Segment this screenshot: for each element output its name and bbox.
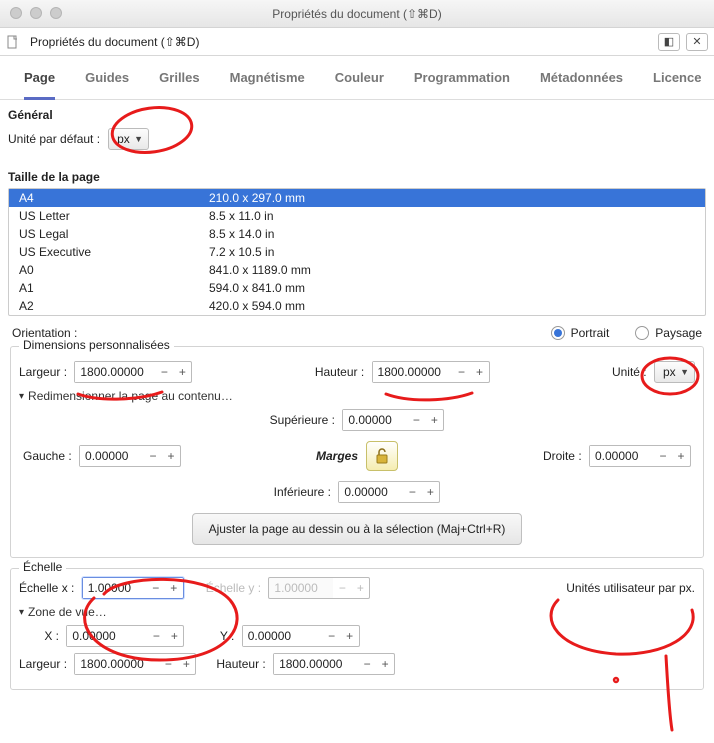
user-units-per-px-label: Unités utilisateur par px. [566, 581, 695, 595]
section-pagesize: Taille de la page [8, 170, 706, 184]
minimize-window-button[interactable] [30, 7, 42, 19]
viewbox-x-label: X : [39, 629, 59, 643]
margin-right-label: Droite : [543, 449, 582, 463]
margins-title: Marges [316, 449, 358, 463]
plus-icon[interactable]: + [173, 363, 191, 381]
lock-margins-button[interactable] [366, 441, 398, 471]
tab-metadata[interactable]: Métadonnées [540, 70, 623, 99]
margin-left-label: Gauche : [23, 449, 72, 463]
page-size-row[interactable]: A2420.0 x 594.0 mm [9, 297, 705, 315]
orientation-portrait-radio[interactable]: Portrait [551, 326, 610, 340]
dialog-title: Propriétés du document (⇧⌘D) [30, 35, 199, 49]
document-icon [6, 34, 24, 49]
page-size-row[interactable]: A1594.0 x 841.0 mm [9, 279, 705, 297]
viewport-disclosure[interactable]: Zone de vue… [19, 605, 107, 619]
page-size-row[interactable]: US Legal8.5 x 14.0 in [9, 225, 705, 243]
tab-bar: Page Guides Grilles Magnétisme Couleur P… [0, 56, 714, 100]
viewbox-h-label: Hauteur : [216, 657, 265, 671]
scale-legend: Échelle [19, 560, 66, 574]
lock-open-icon [375, 448, 389, 464]
tab-scripting[interactable]: Programmation [414, 70, 510, 99]
tab-guides[interactable]: Guides [85, 70, 129, 99]
zoom-window-button[interactable] [50, 7, 62, 19]
dialog-toolbar: Propriétés du document (⇧⌘D) ◧ ✕ [0, 28, 714, 56]
margin-top-input[interactable]: −+ [342, 409, 444, 431]
window-titlebar: Propriétés du document (⇧⌘D) [0, 0, 714, 28]
plus-icon[interactable]: + [471, 363, 489, 381]
detach-icon[interactable]: ◧ [658, 33, 680, 51]
viewbox-h-input[interactable]: −+ [273, 653, 395, 675]
margin-left-input[interactable]: −+ [79, 445, 181, 467]
traffic-lights [10, 7, 62, 19]
scale-y-label: Échelle y : [206, 581, 261, 595]
viewbox-w-input[interactable]: −+ [74, 653, 196, 675]
close-window-button[interactable] [10, 7, 22, 19]
tab-color[interactable]: Couleur [335, 70, 384, 99]
unit-label: Unité : [612, 365, 647, 379]
margin-top-label: Supérieure : [270, 413, 335, 427]
viewbox-y-label: Y : [214, 629, 234, 643]
tab-license[interactable]: Licence [653, 70, 701, 99]
tab-page[interactable]: Page [24, 70, 55, 100]
resize-to-content-disclosure[interactable]: Redimensionner la page au contenu… [19, 389, 233, 403]
minus-icon[interactable]: − [155, 363, 173, 381]
page-size-list[interactable]: A4 210.0 x 297.0 mm US Letter8.5 x 11.0 … [8, 188, 706, 316]
section-general: Général [8, 108, 706, 122]
close-icon[interactable]: ✕ [686, 33, 708, 51]
height-input[interactable]: −+ [372, 361, 490, 383]
margin-right-input[interactable]: −+ [589, 445, 691, 467]
page-size-row[interactable]: US Letter8.5 x 11.0 in [9, 207, 705, 225]
custom-dimensions-group: Dimensions personnalisées Largeur : −+ H… [10, 346, 704, 558]
page-size-row[interactable]: A4 210.0 x 297.0 mm [9, 189, 705, 207]
tab-grids[interactable]: Grilles [159, 70, 199, 99]
custom-dimensions-legend: Dimensions personnalisées [19, 338, 174, 352]
page-size-row[interactable]: US Executive7.2 x 10.5 in [9, 243, 705, 261]
width-input[interactable]: −+ [74, 361, 192, 383]
scale-group: Échelle Échelle x : −+ Échelle y : −+ Un… [10, 568, 704, 690]
height-label: Hauteur : [315, 365, 364, 379]
default-unit-label: Unité par défaut : [8, 132, 100, 146]
scale-x-label: Échelle x : [19, 581, 74, 595]
width-label: Largeur : [19, 365, 67, 379]
viewbox-x-input[interactable]: −+ [66, 625, 184, 647]
radio-checked-icon [551, 326, 565, 340]
window-title: Propriétés du document (⇧⌘D) [0, 7, 714, 21]
page-size-row[interactable]: A0841.0 x 1189.0 mm [9, 261, 705, 279]
radio-unchecked-icon [635, 326, 649, 340]
margin-bottom-label: Inférieure : [274, 485, 331, 499]
tab-snap[interactable]: Magnétisme [230, 70, 305, 99]
fit-page-button[interactable]: Ajuster la page au dessin ou à la sélect… [192, 513, 523, 545]
scale-x-input[interactable]: −+ [82, 577, 184, 599]
default-unit-select[interactable]: px [108, 128, 149, 150]
orientation-landscape-radio[interactable]: Paysage [635, 326, 702, 340]
viewbox-w-label: Largeur : [19, 657, 67, 671]
scale-y-input: −+ [268, 577, 370, 599]
minus-icon[interactable]: − [453, 363, 471, 381]
unit-select[interactable]: px [654, 361, 695, 383]
margin-bottom-input[interactable]: −+ [338, 481, 440, 503]
viewbox-y-input[interactable]: −+ [242, 625, 360, 647]
